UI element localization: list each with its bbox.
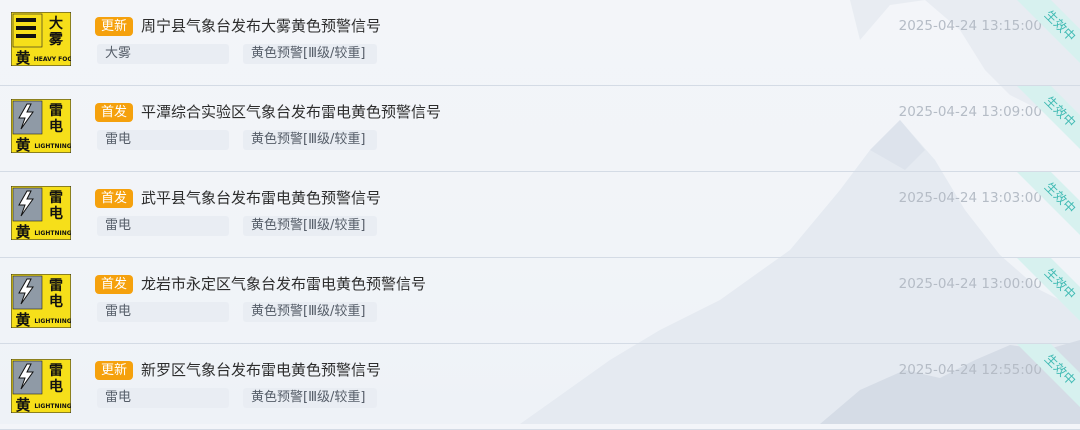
warning-item[interactable]: 雷电黄 LIGHTNING 首发 平潭综合实验区气象台发布雷电黄色预警信号 2025-0… bbox=[0, 86, 1080, 172]
icon-bottom-char: 雾 bbox=[48, 31, 64, 48]
warning-level-chip: 黄色预警[Ⅲ级/较重] bbox=[243, 388, 377, 408]
lightning-yellow-icon: 雷电黄 LIGHTNING bbox=[10, 98, 72, 154]
lightning-yellow-icon: 雷电黄 LIGHTNING bbox=[10, 358, 72, 414]
icon-bottom-char: 电 bbox=[49, 118, 63, 135]
lightning-yellow-icon: 雷电黄 LIGHTNING bbox=[10, 273, 72, 329]
icon-level-char: 黄 bbox=[15, 311, 30, 328]
icon-level-char: 黄 bbox=[15, 136, 30, 153]
icon-bottom-char: 电 bbox=[49, 205, 63, 222]
fog-bar bbox=[16, 34, 36, 38]
warning-level-chip: 黄色预警[Ⅲ级/较重] bbox=[243, 130, 377, 150]
release-tag: 首发 bbox=[95, 189, 133, 208]
release-tag: 首发 bbox=[95, 275, 133, 294]
icon-top-char: 雷 bbox=[49, 277, 63, 294]
hazard-type-chip: 雷电 bbox=[97, 388, 229, 408]
fog-bar bbox=[16, 26, 36, 30]
warning-level-chip: 黄色预警[Ⅲ级/较重] bbox=[243, 216, 377, 236]
icon-top-char: 雷 bbox=[49, 189, 63, 206]
hazard-type-chip: 雷电 bbox=[97, 216, 229, 236]
warning-title[interactable]: 新罗区气象台发布雷电黄色预警信号 bbox=[141, 358, 381, 382]
icon-top-char: 雷 bbox=[49, 102, 63, 119]
warning-level-chip: 黄色预警[Ⅲ级/较重] bbox=[243, 302, 377, 322]
release-tag: 首发 bbox=[95, 103, 133, 122]
icon-en-text: LIGHTNING bbox=[34, 230, 71, 237]
fog-bar bbox=[16, 18, 36, 22]
icon-level-char: 黄 bbox=[15, 49, 30, 66]
hazard-type-chip: 雷电 bbox=[97, 302, 229, 322]
release-tag: 更新 bbox=[95, 17, 133, 36]
icon-level-char: 黄 bbox=[15, 223, 30, 240]
icon-level-char: 黄 bbox=[15, 396, 30, 413]
warning-item[interactable]: 大雾黄 HEAVY FOG 更新 周宁县气象台发布大雾黄色预警信号 2025-04-24… bbox=[0, 0, 1080, 86]
icon-en-text: LIGHTNING bbox=[34, 318, 71, 325]
warning-time: 2025-04-24 12:55:00 bbox=[898, 362, 1042, 378]
icon-en-text: HEAVY FOG bbox=[34, 56, 71, 63]
warning-time: 2025-04-24 13:09:00 bbox=[898, 104, 1042, 120]
icon-bottom-char: 电 bbox=[49, 378, 63, 395]
warning-title[interactable]: 平潭综合实验区气象台发布雷电黄色预警信号 bbox=[141, 100, 441, 124]
warning-item[interactable]: 雷电黄 LIGHTNING 更新 新罗区气象台发布雷电黄色预警信号 2025-04-24… bbox=[0, 344, 1080, 430]
warning-item[interactable]: 雷电黄 LIGHTNING 首发 龙岩市永定区气象台发布雷电黄色预警信号 2025-04… bbox=[0, 258, 1080, 344]
warning-level-chip: 黄色预警[Ⅲ级/较重] bbox=[243, 44, 377, 64]
hazard-type-chip: 雷电 bbox=[97, 130, 229, 150]
warning-time: 2025-04-24 13:03:00 bbox=[898, 190, 1042, 206]
release-tag: 更新 bbox=[95, 361, 133, 380]
warning-time: 2025-04-24 13:00:00 bbox=[898, 276, 1042, 292]
icon-top-char: 大 bbox=[49, 15, 63, 32]
warning-time: 2025-04-24 13:15:00 bbox=[898, 18, 1042, 34]
warning-title[interactable]: 武平县气象台发布雷电黄色预警信号 bbox=[141, 186, 381, 210]
lightning-yellow-icon: 雷电黄 LIGHTNING bbox=[10, 185, 72, 241]
hazard-type-chip: 大雾 bbox=[97, 44, 229, 64]
warning-item[interactable]: 雷电黄 LIGHTNING 首发 武平县气象台发布雷电黄色预警信号 2025-04-24… bbox=[0, 172, 1080, 258]
icon-en-text: LIGHTNING bbox=[34, 143, 71, 150]
icon-bottom-char: 电 bbox=[49, 293, 63, 310]
icon-en-text: LIGHTNING bbox=[34, 403, 71, 410]
warning-title[interactable]: 周宁县气象台发布大雾黄色预警信号 bbox=[141, 14, 381, 38]
heavy-fog-yellow-icon: 大雾黄 HEAVY FOG bbox=[10, 11, 72, 67]
warning-list: 大雾黄 HEAVY FOG 更新 周宁县气象台发布大雾黄色预警信号 2025-04-24… bbox=[0, 0, 1080, 430]
warning-title[interactable]: 龙岩市永定区气象台发布雷电黄色预警信号 bbox=[141, 272, 426, 296]
icon-top-char: 雷 bbox=[49, 362, 63, 379]
